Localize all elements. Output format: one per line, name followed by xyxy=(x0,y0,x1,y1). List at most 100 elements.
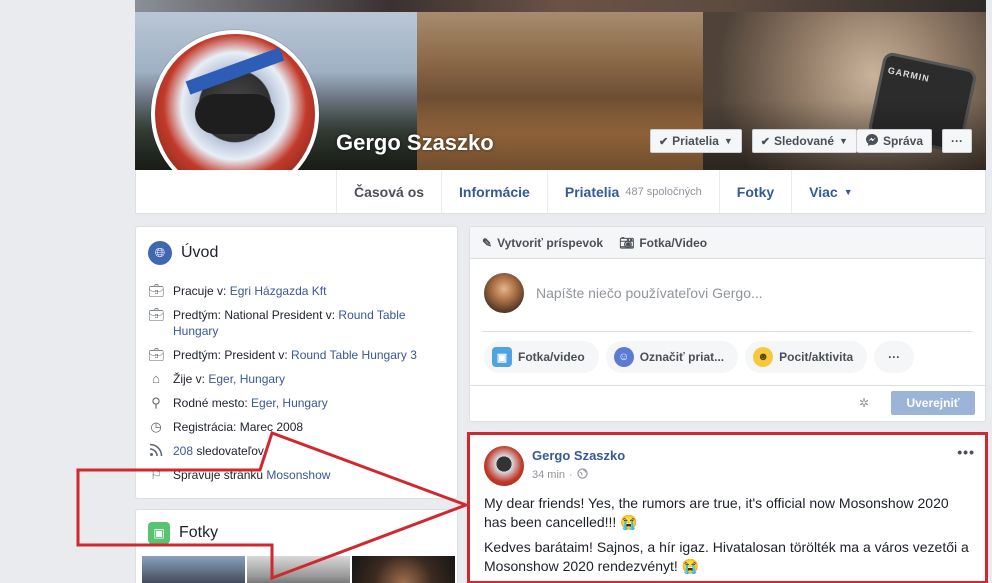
helmet-stripe xyxy=(185,47,285,95)
cover-top-strip xyxy=(135,0,986,12)
tag-friends-button[interactable]: ☺ Označiť priat... xyxy=(605,341,739,373)
flag-icon: ⚐ xyxy=(150,467,162,482)
intro-item-text: Predtým: President v: xyxy=(173,348,292,362)
intro-item-link[interactable]: Eger, Hungary xyxy=(251,396,328,410)
intro-item-text: Spravuje stránku xyxy=(173,468,267,482)
tag-friends-label: Označiť priat... xyxy=(639,350,725,364)
post-author[interactable]: Gergo Szaszko xyxy=(532,448,625,463)
tab-label: Priatelia xyxy=(564,183,620,200)
photo-thumbnail[interactable] xyxy=(142,556,245,583)
intro-item-text: Rodné mesto: xyxy=(173,396,252,410)
message-button[interactable]: Správa xyxy=(856,129,932,153)
composer-actions: ▣ Fotka/video ☺ Označiť priat... ☻ Pocit… xyxy=(484,341,915,373)
photo-video-label: Fotka/video xyxy=(518,350,585,364)
briefcase-icon: 💼︎ xyxy=(148,347,165,362)
publish-button[interactable]: Uverejniť xyxy=(891,391,975,415)
followers-count-link[interactable]: 208 xyxy=(173,444,193,458)
intro-card: 🌐︎ Úvod 💼︎ Pracuje v: Egri Házgazda Kft … xyxy=(135,226,458,499)
composer-input-row[interactable]: Napíšte niečo používateľovi Gergo... xyxy=(484,273,763,313)
more-options-label: ··· xyxy=(888,350,901,364)
avatar[interactable] xyxy=(484,446,524,486)
intro-item-link[interactable]: Eger, Hungary xyxy=(208,372,285,386)
intro-item-text: Registrácia: Marec 2008 xyxy=(173,420,304,434)
create-post-label: Vytvoriť príspevok xyxy=(497,235,604,250)
photo-thumbnail[interactable] xyxy=(352,556,455,583)
feeling-activity-button[interactable]: ☻ Pocit/aktivita xyxy=(745,341,868,373)
composer-footer: ✲ Uverejniť xyxy=(470,385,985,421)
globe-icon: 🌐︎ xyxy=(148,241,172,265)
location-pin-icon: ⚲ xyxy=(151,395,161,410)
photo-icon: ▣ xyxy=(492,347,512,367)
create-post-tab[interactable]: ✎ Vytvoriť príspevok xyxy=(482,236,603,250)
intro-item-link[interactable]: Round Table Hungary 3 xyxy=(291,348,417,362)
profile-tab-bar: Časová os Informácie Priatelia 487 spoloč… xyxy=(135,170,986,214)
pencil-icon: ✎ xyxy=(482,235,493,250)
photos-icon: ▣ xyxy=(148,522,170,544)
tab-more[interactable]: Viac ▼ xyxy=(791,170,869,213)
camera-icon: 📷︎ xyxy=(619,235,635,250)
mutual-friends-count: 487 spoločných xyxy=(625,185,702,198)
cover-actions: ✔ Priatelia ▼ ✔ Sledované ▼ Správa ··· xyxy=(649,129,972,153)
post-timestamp[interactable]: 34 min xyxy=(532,469,565,481)
tab-friends[interactable]: Priatelia 487 spoločných xyxy=(546,170,719,213)
post-options-icon[interactable]: ••• xyxy=(957,444,975,460)
tab-timeline[interactable]: Časová os xyxy=(336,170,441,213)
separator-dot: · xyxy=(569,469,573,481)
tag-person-icon: ☺ xyxy=(613,347,634,367)
intro-item-text: Pracuje v: xyxy=(173,284,230,298)
tab-label: Fotky xyxy=(736,183,775,200)
photos-heading[interactable]: ▣ Fotky xyxy=(148,522,218,544)
check-icon: ✔ xyxy=(760,135,771,148)
post-paragraph-english: My dear friends! Yes, the rumors are tru… xyxy=(484,495,949,530)
tab-label: Viac xyxy=(809,183,838,200)
globe-icon xyxy=(577,468,588,482)
intro-item-text: sledovateľov xyxy=(193,444,264,458)
following-button[interactable]: ✔ Sledované ▼ xyxy=(751,129,857,153)
briefcase-icon: 💼︎ xyxy=(148,283,165,298)
gear-icon[interactable]: ✲ xyxy=(859,396,869,410)
intro-item-link[interactable]: Egri Házgazda Kft xyxy=(230,284,327,298)
more-button[interactable]: ··· xyxy=(942,129,972,153)
intro-item-text: Predtým: National President v: xyxy=(173,308,339,322)
briefcase-icon: 💼︎ xyxy=(148,307,165,322)
caret-down-icon: ▼ xyxy=(839,136,848,146)
intro-item-lives: ⌂ Žije v: Eger, Hungary xyxy=(148,371,448,387)
avatar xyxy=(484,273,524,313)
photo-video-button[interactable]: ▣ Fotka/video xyxy=(484,341,599,373)
divider xyxy=(482,331,973,332)
helmet-visor xyxy=(195,94,275,134)
smiley-icon: ☻ xyxy=(753,347,774,367)
post-meta: 34 min · xyxy=(532,468,588,482)
more-options-button[interactable]: ··· xyxy=(874,341,915,373)
check-icon: ✔ xyxy=(658,135,669,148)
garmin-logo: GARMIN xyxy=(886,65,931,84)
intro-item-hometown: ⚲ Rodné mesto: Eger, Hungary xyxy=(148,395,448,411)
composer-placeholder[interactable]: Napíšte niečo používateľovi Gergo... xyxy=(536,285,763,301)
message-button-label: Správa xyxy=(882,134,923,148)
photo-thumbnail[interactable] xyxy=(247,556,350,583)
following-button-label: Sledované xyxy=(774,134,835,148)
clock-icon: ◷ xyxy=(150,419,162,434)
photos-card: ▣ Fotky xyxy=(135,509,458,583)
intro-item-work-past-1: 💼︎ Predtým: National President v: Round … xyxy=(148,307,448,339)
photo-video-tab[interactable]: 📷︎ Fotka/Video xyxy=(619,236,707,250)
home-icon: ⌂ xyxy=(152,371,160,386)
intro-item-text: Žije v: xyxy=(173,372,209,386)
composer-header: ✎ Vytvoriť príspevok 📷︎ Fotka/Video xyxy=(470,227,985,259)
tab-label: Informácie xyxy=(459,183,530,200)
photos-title: Fotky xyxy=(179,524,219,541)
intro-item-manages: ⚐ Spravuje stránku Mosonshow xyxy=(148,467,448,483)
more-button-label: ··· xyxy=(951,134,963,148)
rss-icon xyxy=(148,443,164,459)
messenger-icon xyxy=(865,133,879,150)
caret-down-icon: ▼ xyxy=(843,186,853,197)
intro-list: 💼︎ Pracuje v: Egri Házgazda Kft 💼︎ Predt… xyxy=(148,283,448,491)
tab-about[interactable]: Informácie xyxy=(441,170,547,213)
intro-item-work: 💼︎ Pracuje v: Egri Házgazda Kft xyxy=(148,283,448,299)
profile-name[interactable]: Gergo Szaszko xyxy=(336,130,494,156)
intro-item-link[interactable]: Mosonshow xyxy=(266,468,330,482)
friends-button[interactable]: ✔ Priatelia ▼ xyxy=(649,129,742,153)
feed-post: Gergo Szaszko 34 min · ••• My dear frien… xyxy=(469,433,986,583)
follow-message-group: ✔ Sledované ▼ Správa xyxy=(751,129,932,153)
tab-photos[interactable]: Fotky xyxy=(718,170,791,213)
